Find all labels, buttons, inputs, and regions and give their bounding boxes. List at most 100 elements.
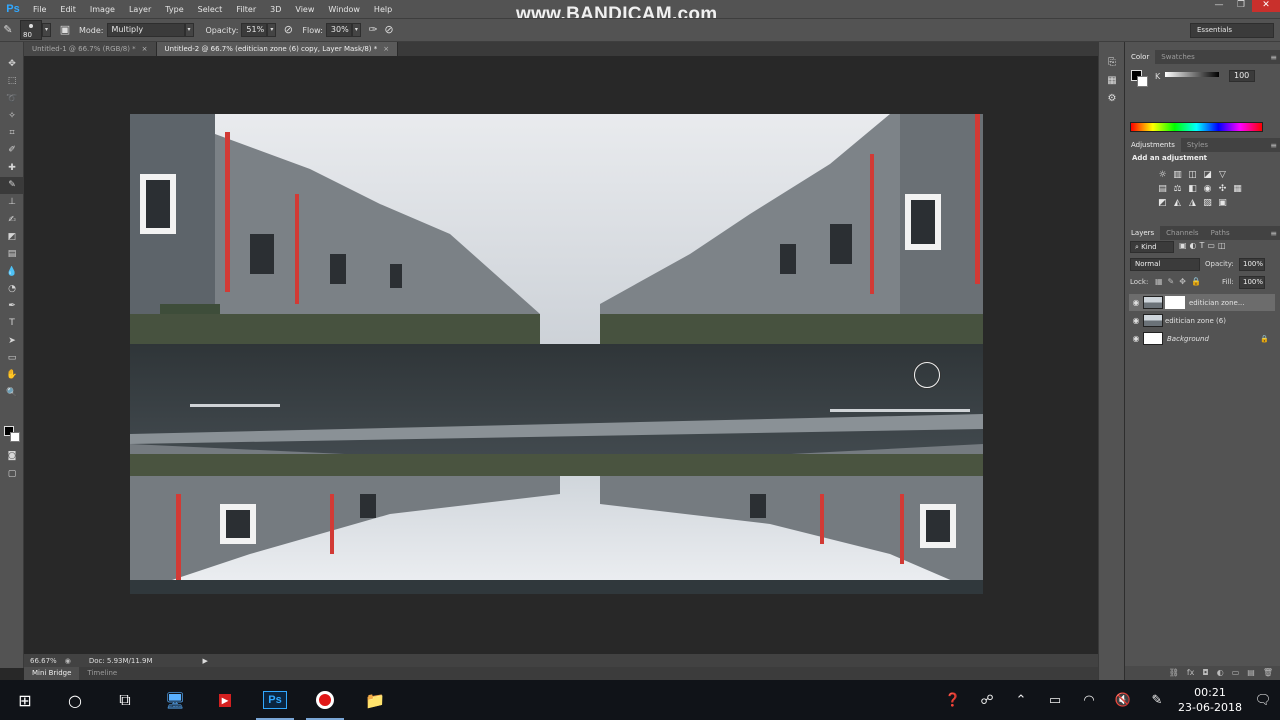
type-tool-icon[interactable]: T (0, 315, 24, 332)
panel-menu-icon[interactable]: ≡ (1270, 229, 1277, 238)
flow-dropdown[interactable]: ▾ (351, 23, 361, 37)
pen-icon[interactable]: ✎ (1140, 693, 1174, 708)
mode-select[interactable]: Multiply (106, 23, 185, 37)
healing-brush-tool-icon[interactable]: ✚ (0, 160, 24, 177)
tab-timeline[interactable]: Timeline (79, 667, 125, 680)
move-tool-icon[interactable]: ✥ (0, 56, 24, 73)
pressure-size-icon[interactable]: ⊘ (381, 22, 397, 38)
black-white-icon[interactable]: ◧ (1187, 184, 1198, 194)
canvas-area[interactable] (24, 56, 1098, 654)
add-mask-icon[interactable]: ◘ (1202, 666, 1208, 680)
tab-channels[interactable]: Channels (1160, 226, 1204, 240)
volume-muted-icon[interactable]: 🔇 (1106, 693, 1140, 708)
close-tab-icon[interactable]: × (383, 45, 389, 53)
tab-styles[interactable]: Styles (1181, 138, 1214, 152)
menu-layer[interactable]: Layer (122, 5, 158, 14)
hue-saturation-icon[interactable]: ▤ (1157, 184, 1168, 194)
new-group-icon[interactable]: ▭ (1232, 666, 1240, 680)
close-tab-icon[interactable]: × (142, 45, 148, 53)
mode-dropdown[interactable]: ▾ (184, 23, 194, 37)
layer-filter-select[interactable]: ⌕ Kind (1130, 241, 1174, 253)
zoom-tool-icon[interactable]: 🔍 (0, 385, 24, 402)
airbrush-icon[interactable]: ✑ (365, 22, 381, 38)
opacity-dropdown[interactable]: ▾ (267, 23, 277, 37)
vibrance-icon[interactable]: ▽ (1217, 170, 1228, 180)
menu-edit[interactable]: Edit (53, 5, 83, 14)
fill-input[interactable]: 100% (1239, 276, 1265, 289)
curves-icon[interactable]: ◫ (1187, 170, 1198, 180)
zoom-level[interactable]: 66.67% (30, 657, 57, 665)
brightness-icon[interactable]: ☼ (1157, 170, 1168, 180)
path-selection-tool-icon[interactable]: ➤ (0, 333, 24, 350)
menu-type[interactable]: Type (158, 5, 190, 14)
layer-style-icon[interactable]: fx (1187, 666, 1195, 680)
history-panel-icon[interactable]: ⎘ (1099, 54, 1125, 72)
panel-menu-icon[interactable]: ≡ (1270, 141, 1277, 150)
visibility-eye-icon[interactable]: ◉ (1129, 334, 1143, 343)
photo-filter-icon[interactable]: ◉ (1202, 184, 1213, 194)
layer-opacity-input[interactable]: 100% (1239, 258, 1265, 271)
brush-panel-toggle-icon[interactable]: ▣ (57, 22, 73, 38)
posterize-icon[interactable]: ◭ (1172, 198, 1183, 208)
menu-window[interactable]: Window (321, 5, 367, 14)
file-explorer-icon[interactable]: 📁 (350, 680, 400, 720)
tab-layers[interactable]: Layers (1125, 226, 1161, 240)
quick-mask-icon[interactable]: ◙ (0, 448, 24, 465)
properties-panel-icon[interactable]: ⚙ (1099, 90, 1125, 108)
info-panel-icon[interactable]: ▦ (1099, 72, 1125, 90)
k-value-input[interactable]: 100 (1229, 70, 1255, 82)
channel-mixer-icon[interactable]: ✣ (1217, 184, 1228, 194)
restore-button[interactable]: ❐ (1230, 0, 1252, 12)
people-icon[interactable]: ☍ (970, 693, 1004, 708)
color-spectrum[interactable] (1130, 122, 1263, 132)
status-menu-arrow-icon[interactable]: ▶ (203, 657, 208, 665)
pen-tool-icon[interactable]: ✒ (0, 298, 24, 315)
color-panel-background[interactable] (1137, 76, 1148, 87)
brush-tool-preset-icon[interactable]: ✎ (0, 22, 16, 38)
blur-tool-icon[interactable]: 💧 (0, 264, 24, 281)
layer-mask-thumbnail[interactable] (1165, 296, 1185, 309)
status-info-icon[interactable]: ◉ (65, 657, 71, 665)
visibility-eye-icon[interactable]: ◉ (1129, 298, 1143, 307)
selective-color-icon[interactable]: ▣ (1217, 198, 1228, 208)
opacity-input[interactable]: 51% (241, 23, 268, 37)
menu-filter[interactable]: Filter (229, 5, 263, 14)
photoshop-taskbar-icon[interactable]: Ps (250, 680, 300, 720)
quick-select-tool-icon[interactable]: ✧ (0, 108, 24, 125)
exposure-icon[interactable]: ◪ (1202, 170, 1213, 180)
pressure-opacity-icon[interactable]: ⊘ (280, 22, 296, 38)
crop-tool-icon[interactable]: ⌗ (0, 125, 24, 142)
delete-layer-icon[interactable]: 🗑 (1263, 666, 1273, 680)
computer-icon[interactable]: 🖥 (150, 680, 200, 720)
menu-select[interactable]: Select (191, 5, 230, 14)
lock-icons[interactable]: ▦✎✥🔒 (1155, 277, 1206, 286)
windows-start-icon[interactable]: ⊞ (0, 680, 50, 720)
tab-untitled-1[interactable]: Untitled-1 @ 66.7% (RGB/8) * × (24, 42, 157, 56)
brush-tool-icon[interactable]: ✎ (0, 177, 24, 195)
layer-row-editician-copy[interactable]: ◉ editician zone... (1129, 294, 1275, 311)
clone-stamp-tool-icon[interactable]: ⊥ (0, 194, 24, 211)
menu-view[interactable]: View (288, 5, 321, 14)
new-adjustment-icon[interactable]: ◐ (1217, 666, 1224, 680)
color-lookup-icon[interactable]: ▦ (1232, 184, 1243, 194)
notifications-icon[interactable]: 🗨 (1246, 693, 1280, 708)
new-layer-icon[interactable]: ▤ (1247, 666, 1255, 680)
tab-untitled-2[interactable]: Untitled-2 @ 66.7% (editician zone (6) c… (156, 42, 399, 56)
brush-size-picker[interactable]: 80 (20, 20, 42, 40)
tab-swatches[interactable]: Swatches (1155, 50, 1200, 64)
lasso-tool-icon[interactable]: ➰ (0, 91, 24, 108)
history-brush-tool-icon[interactable]: ✍ (0, 212, 24, 229)
cortana-search-icon[interactable]: ○ (50, 680, 100, 720)
visibility-eye-icon[interactable]: ◉ (1129, 316, 1143, 325)
levels-icon[interactable]: ▥ (1172, 170, 1183, 180)
task-view-icon[interactable]: ⧉ (100, 680, 150, 720)
menu-image[interactable]: Image (83, 5, 122, 14)
hand-tool-icon[interactable]: ✋ (0, 367, 24, 384)
close-button[interactable]: ✕ (1252, 0, 1280, 12)
tab-mini-bridge[interactable]: Mini Bridge (24, 667, 80, 680)
screen-mode-icon[interactable]: ▢ (0, 466, 24, 483)
layer-filter-icons[interactable]: ▣◐T▭◫ (1179, 241, 1229, 250)
document-image[interactable] (130, 114, 983, 594)
bandicam-record-icon[interactable] (300, 680, 350, 720)
panel-menu-icon[interactable]: ≡ (1270, 53, 1277, 62)
